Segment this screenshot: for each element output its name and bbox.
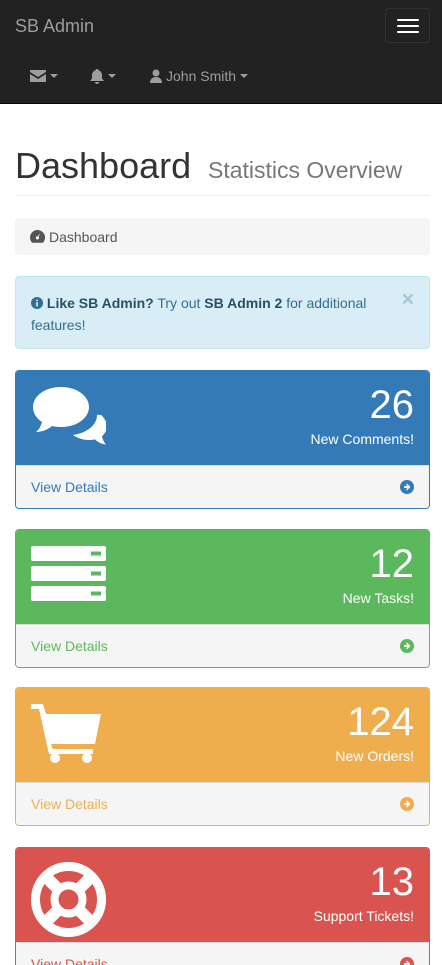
life-ring-icon <box>31 862 106 937</box>
top-navbar: SB Admin John Smith <box>0 0 442 104</box>
view-details-label: View Details <box>31 638 108 654</box>
comments-icon <box>33 387 106 445</box>
page-header: Dashboard Statistics Overview <box>15 140 430 196</box>
panel-heading: 124 New Orders! <box>16 688 429 782</box>
breadcrumb-label: Dashboard <box>49 228 118 245</box>
panel-label: Support Tickets! <box>313 908 414 924</box>
page-title: Dashboard <box>15 145 192 186</box>
tasks-panel: 12 New Tasks! View Details <box>15 529 430 668</box>
alert-text-1: Try out <box>153 295 205 311</box>
panel-heading: 12 New Tasks! <box>16 530 429 624</box>
info-circle-icon <box>31 297 43 309</box>
panel-count: 124 <box>347 700 414 744</box>
alert-link[interactable]: SB Admin 2 <box>204 295 282 311</box>
panel-count: 12 <box>369 542 415 586</box>
alerts-dropdown[interactable] <box>90 66 116 86</box>
envelope-icon <box>30 70 46 82</box>
page-subtitle: Statistics Overview <box>208 157 403 183</box>
panel-label: New Orders! <box>335 748 414 764</box>
view-details-label: View Details <box>31 956 108 965</box>
caret-down-icon <box>240 74 249 78</box>
panel-heading: 13 Support Tickets! <box>16 848 429 942</box>
alert-close-button[interactable]: × <box>402 289 414 310</box>
view-details-link[interactable]: View Details <box>16 624 429 667</box>
support-panel: 13 Support Tickets! View Details <box>15 847 430 965</box>
user-name: John Smith <box>166 68 237 84</box>
panel-count: 13 <box>369 860 415 904</box>
breadcrumb: Dashboard <box>15 218 430 255</box>
panel-label: New Comments! <box>310 431 414 447</box>
view-details-link[interactable]: View Details <box>16 942 429 965</box>
info-alert: Like SB Admin? Try out SB Admin 2 for ad… <box>15 276 430 349</box>
brand-link[interactable]: SB Admin <box>15 14 94 38</box>
hamburger-icon <box>397 19 419 21</box>
panel-label: New Tasks! <box>342 590 414 606</box>
orders-panel: 124 New Orders! View Details <box>15 687 430 826</box>
messages-dropdown[interactable] <box>30 66 58 86</box>
arrow-circle-right-icon <box>400 639 414 653</box>
bell-icon <box>90 68 104 84</box>
shopping-cart-icon <box>31 704 101 763</box>
comments-panel: 26 New Comments! View Details <box>15 370 430 509</box>
panel-heading: 26 New Comments! <box>16 371 429 465</box>
arrow-circle-right-icon <box>400 957 414 965</box>
dashboard-icon <box>30 230 45 243</box>
navbar-toggle-button[interactable] <box>385 8 430 43</box>
panel-count: 26 <box>369 383 415 427</box>
caret-down-icon <box>50 74 58 78</box>
user-icon <box>150 69 162 83</box>
tasks-icon <box>31 546 106 601</box>
alert-strong: Like SB Admin? <box>46 295 154 311</box>
view-details-label: View Details <box>31 796 108 812</box>
arrow-circle-right-icon <box>400 480 414 494</box>
view-details-link[interactable]: View Details <box>16 465 429 508</box>
view-details-label: View Details <box>31 479 108 495</box>
user-dropdown[interactable]: John Smith <box>150 66 249 86</box>
view-details-link[interactable]: View Details <box>16 782 429 825</box>
arrow-circle-right-icon <box>400 797 414 811</box>
caret-down-icon <box>108 74 116 78</box>
